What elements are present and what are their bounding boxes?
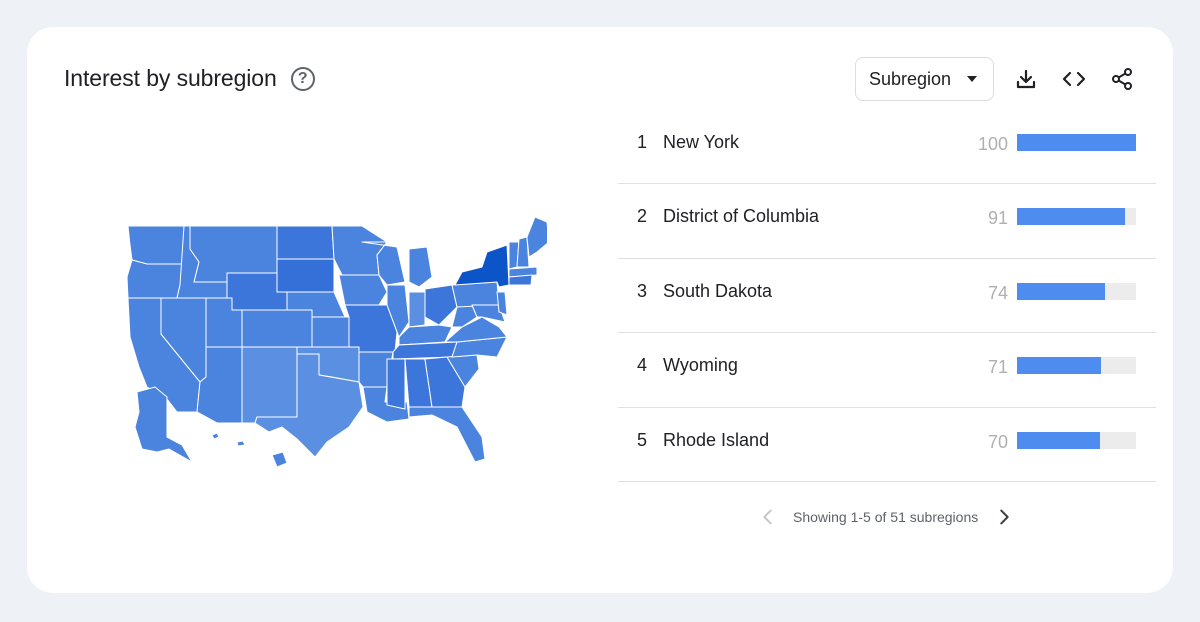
interest-value: 70: [987, 431, 1008, 452]
interest-bar-track: [1017, 357, 1136, 375]
interest-bar-fill: [1017, 357, 1102, 375]
state-oregon[interactable]: [126, 259, 185, 299]
us-choropleth-map: [126, 216, 547, 468]
resolution-select-value: Subregion: [869, 68, 952, 89]
subregion-name: District of Columbia: [663, 206, 820, 227]
state-connecticut-rhode-island[interactable]: [508, 274, 533, 286]
embed-code-icon: [1062, 71, 1086, 87]
state-north-dakota[interactable]: [276, 225, 335, 260]
state-new-mexico[interactable]: [241, 346, 298, 424]
state-hawaii[interactable]: [211, 432, 288, 468]
pagination-label: Showing 1-5 of 51 subregions: [793, 509, 979, 525]
interest-value: 91: [987, 208, 1008, 229]
rank: 3: [637, 280, 648, 301]
interest-bar-fill: [1017, 134, 1136, 151]
list-item[interactable]: 4 Wyoming 71: [618, 333, 1156, 408]
interest-bar-fill: [1017, 282, 1106, 300]
caret-down-icon: [967, 76, 977, 82]
state-michigan[interactable]: [408, 246, 433, 288]
interest-bar-track: [1017, 431, 1136, 449]
state-indiana[interactable]: [408, 291, 426, 328]
subregion-name: South Dakota: [663, 280, 773, 301]
resolution-select[interactable]: Subregion: [855, 57, 994, 101]
state-tennessee[interactable]: [392, 341, 458, 360]
pagination: Showing 1-5 of 51 subregions: [757, 502, 1017, 532]
download-button[interactable]: [1012, 65, 1040, 93]
share-button[interactable]: [1108, 65, 1136, 93]
interest-value: 100: [977, 134, 1008, 154]
subregion-ranking-list: 1 New York 100 2 District of Columbia 91…: [618, 110, 1156, 482]
embed-button[interactable]: [1060, 65, 1088, 93]
list-item[interactable]: 2 District of Columbia 91: [618, 184, 1156, 259]
state-south-dakota[interactable]: [276, 258, 335, 293]
interest-bar-track: [1017, 134, 1136, 151]
state-iowa[interactable]: [338, 274, 388, 306]
list-item[interactable]: 5 Rhode Island 70: [618, 408, 1156, 482]
state-new-jersey[interactable]: [496, 291, 508, 316]
card-header: Interest by subregion ?: [64, 65, 315, 92]
state-washington[interactable]: [127, 225, 185, 265]
state-pennsylvania[interactable]: [451, 281, 500, 308]
rank: 5: [637, 429, 648, 450]
subregion-name: New York: [663, 132, 740, 152]
interest-by-subregion-card: Interest by subregion ? Subregion 1 New …: [27, 27, 1173, 593]
interest-value: 74: [987, 282, 1008, 303]
chevron-right-icon[interactable]: [993, 506, 1015, 528]
interest-bar-fill: [1017, 208, 1126, 226]
state-colorado[interactable]: [241, 309, 313, 348]
share-icon: [1112, 68, 1132, 90]
state-maine[interactable]: [526, 216, 547, 258]
rank: 2: [637, 206, 648, 227]
interest-bar-fill: [1017, 431, 1101, 449]
list-item[interactable]: 3 South Dakota 74: [618, 259, 1156, 334]
state-kentucky[interactable]: [398, 324, 453, 346]
rank: 1: [637, 132, 648, 152]
state-florida[interactable]: [408, 406, 486, 463]
state-mississippi[interactable]: [386, 358, 406, 410]
state-new-york[interactable]: [454, 244, 510, 288]
subregion-name: Wyoming: [663, 355, 738, 376]
list-item[interactable]: 1 New York 100: [618, 110, 1156, 185]
chevron-left-icon[interactable]: [757, 506, 779, 528]
help-circle-icon[interactable]: ?: [290, 66, 315, 91]
subregion-name: Rhode Island: [663, 429, 770, 450]
state-ohio[interactable]: [424, 284, 458, 326]
interest-bar-track: [1017, 208, 1136, 226]
download-icon: [1016, 69, 1036, 89]
card-title: Interest by subregion: [64, 65, 277, 91]
rank: 4: [637, 355, 648, 376]
state-kansas[interactable]: [311, 316, 350, 348]
interest-value: 71: [987, 357, 1008, 378]
interest-bar-track: [1017, 282, 1136, 300]
